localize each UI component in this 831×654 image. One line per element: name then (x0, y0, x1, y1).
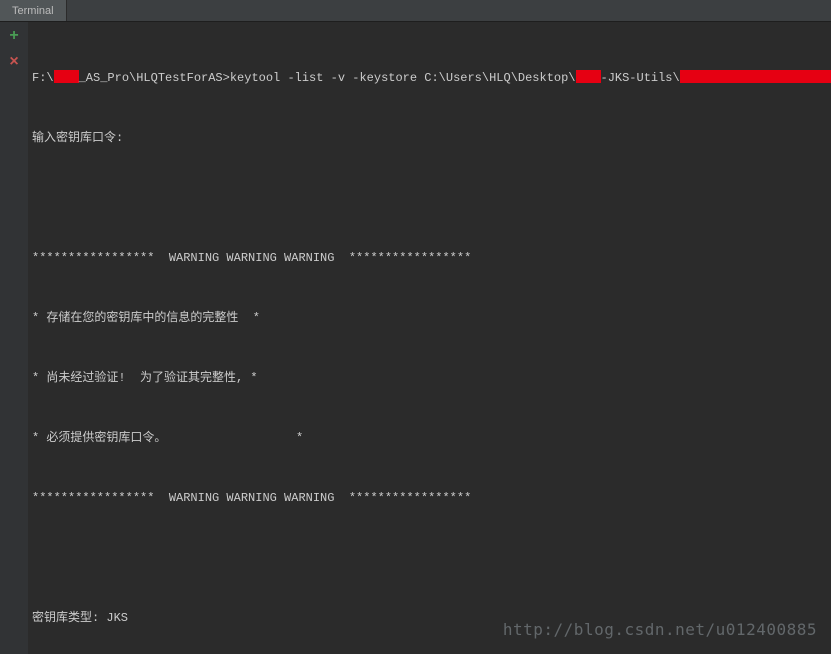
content-area: + × F:\_AS_Pro\HLQTestForAS>keytool -lis… (0, 22, 831, 654)
output-line: 输入密钥库口令: (32, 128, 827, 148)
close-icon[interactable]: × (9, 54, 19, 70)
output-line: * 必须提供密钥库口令。 * (32, 428, 827, 448)
terminal-output[interactable]: F:\_AS_Pro\HLQTestForAS>keytool -list -v… (28, 22, 831, 654)
redacted (576, 70, 601, 83)
tab-bar: Terminal (0, 0, 831, 22)
output-line: ***************** WARNING WARNING WARNIN… (32, 488, 827, 508)
tab-terminal[interactable]: Terminal (0, 0, 67, 21)
plus-icon[interactable]: + (9, 28, 19, 44)
redacted (54, 70, 79, 83)
tab-label: Terminal (12, 5, 54, 17)
watermark: http://blog.csdn.net/u012400885 (503, 620, 817, 640)
output-line: * 尚未经过验证! 为了验证其完整性, * (32, 368, 827, 388)
gutter: + × (0, 22, 28, 654)
prompt-line: F:\_AS_Pro\HLQTestForAS>keytool -list -v… (32, 68, 827, 88)
output-line: * 存储在您的密钥库中的信息的完整性 * (32, 308, 827, 328)
output-line: ***************** WARNING WARNING WARNIN… (32, 248, 827, 268)
redacted (680, 70, 831, 83)
